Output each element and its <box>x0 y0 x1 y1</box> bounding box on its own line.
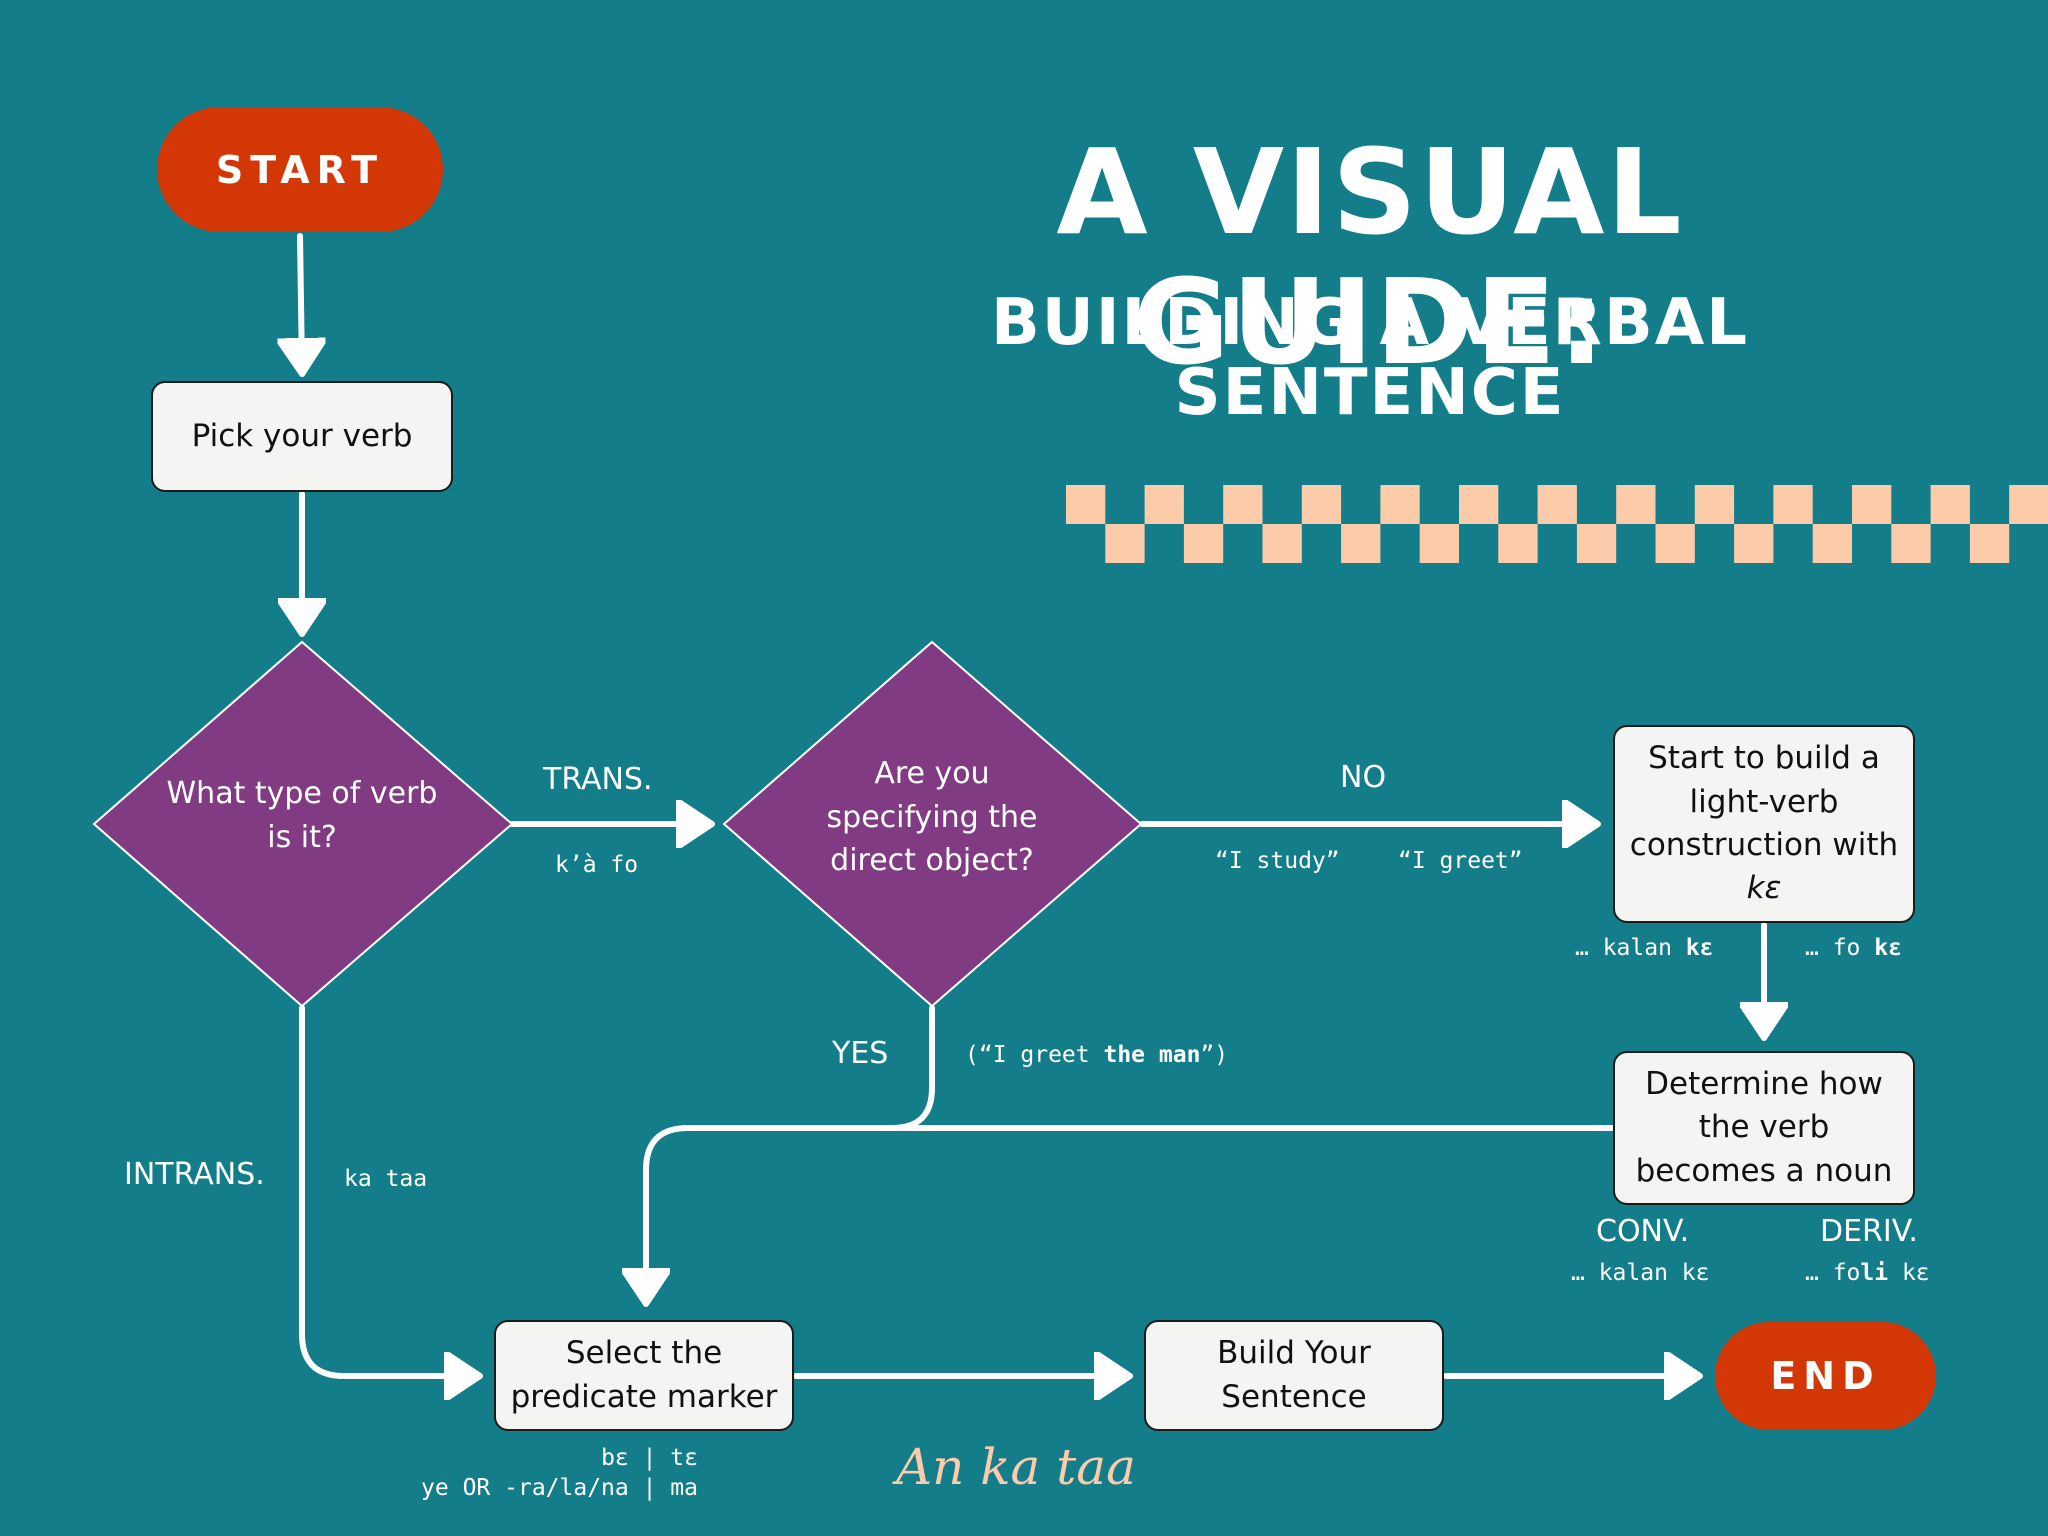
checker-square <box>1144 485 1184 524</box>
no-example-study: “I study” <box>1215 848 1340 874</box>
yes-label: YES <box>832 1036 889 1071</box>
predicate-marker-label: Select the predicate marker <box>510 1335 778 1415</box>
line-determine-to-merge <box>646 1125 1615 1298</box>
lv-example-kalan: … kalan kɛ <box>1575 935 1713 961</box>
intrans-label: INTRANS. <box>124 1157 265 1192</box>
checker-square <box>1223 485 1263 524</box>
checker-square <box>1380 485 1420 524</box>
checker-square <box>1576 524 1617 563</box>
direct-object-question: Are you specifying the direct object? <box>826 756 1038 878</box>
checker-square <box>1852 485 1892 524</box>
yes-example: (“I greet the man”) <box>965 1042 1228 1068</box>
checker-square <box>1459 485 1499 524</box>
process-light-verb[interactable]: Start to build a light-verb construction… <box>1613 725 1915 923</box>
checker-square <box>1969 524 2010 563</box>
deriv-label: DERIV. <box>1820 1214 1918 1249</box>
conv-label: CONV. <box>1596 1214 1690 1249</box>
checker-square <box>1694 485 1735 524</box>
checker-square <box>1930 485 1970 524</box>
checker-square <box>1105 524 1145 563</box>
checker-square <box>2009 485 2048 524</box>
checker-square <box>1773 485 1813 524</box>
conv-example: … kalan kɛ <box>1571 1260 1710 1286</box>
lv-example-fo: … fo kɛ <box>1805 935 1902 961</box>
process-build-sentence[interactable]: Build Your Sentence <box>1144 1320 1444 1431</box>
checker-square <box>1655 524 1695 563</box>
page-subtitle: BUILDING A VERBAL SENTENCE <box>990 286 1750 431</box>
trans-label: TRANS. <box>543 762 653 797</box>
no-label: NO <box>1340 760 1387 795</box>
checker-square <box>1262 524 1302 563</box>
lv-example-kalan-pre: … kalan <box>1575 935 1686 961</box>
light-verb-text: Start to build a light-verb construction… <box>1629 740 1899 863</box>
lv-example-fo-bold: kɛ <box>1874 935 1902 961</box>
checker-square <box>1183 524 1224 563</box>
line-yes <box>889 1005 935 1131</box>
deriv-example-bold: li <box>1860 1260 1889 1286</box>
checker-square <box>1537 485 1577 524</box>
checker-square <box>1734 524 1774 563</box>
process-determine-noun[interactable]: Determine how the verb becomes a noun <box>1613 1051 1915 1205</box>
yes-example-post: ”) <box>1200 1042 1229 1068</box>
verb-type-question: What type of verb is it? <box>166 776 438 855</box>
start-label: START <box>215 147 385 192</box>
checker-square <box>1341 524 1381 563</box>
intrans-example: ka taa <box>344 1166 428 1192</box>
lv-example-kalan-bold: kɛ <box>1685 935 1714 961</box>
deriv-example: … foli kɛ <box>1805 1260 1930 1286</box>
no-example-greet: “I greet” <box>1398 848 1523 874</box>
checker-square <box>1301 485 1342 524</box>
checker-pattern-decoration <box>1066 485 2048 563</box>
predicate-marker-line-1: bɛ | tɛ <box>601 1445 698 1471</box>
determine-noun-label: Determine how the verb becomes a noun <box>1635 1065 1893 1189</box>
process-predicate-marker[interactable]: Select the predicate marker <box>494 1320 794 1431</box>
checker-square <box>1891 524 1931 563</box>
deriv-example-post: kɛ <box>1888 1260 1930 1286</box>
build-sentence-label: Build Your Sentence <box>1217 1335 1371 1415</box>
yes-example-pre: (“I greet <box>965 1042 1104 1068</box>
end-node[interactable]: END <box>1715 1322 1936 1430</box>
trans-example: k’à fo <box>555 852 639 878</box>
end-label: END <box>1770 1354 1881 1398</box>
predicate-marker-line-2: ye OR -ra/la/na | ma <box>421 1475 698 1501</box>
lv-example-fo-pre: … fo <box>1805 935 1875 961</box>
pick-verb-label: Pick your verb <box>191 417 413 454</box>
process-pick-verb[interactable]: Pick your verb <box>151 381 453 492</box>
light-verb-word: kɛ <box>1746 870 1782 907</box>
checker-square <box>1419 524 1459 563</box>
yes-example-bold: the man <box>1103 1042 1201 1068</box>
deriv-example-pre: … fo <box>1805 1260 1861 1286</box>
checker-square <box>1066 485 1106 524</box>
start-node[interactable]: START <box>157 107 443 232</box>
light-verb-label: Start to build a light-verb construction… <box>1625 737 1903 911</box>
checker-square <box>1812 524 1852 563</box>
checker-square <box>1498 524 1538 563</box>
checker-square <box>1616 485 1656 524</box>
arrow-intrans <box>299 1005 474 1376</box>
brand-logo: An ka taa <box>896 1438 1136 1496</box>
arrow-start-to-pick <box>300 233 302 368</box>
